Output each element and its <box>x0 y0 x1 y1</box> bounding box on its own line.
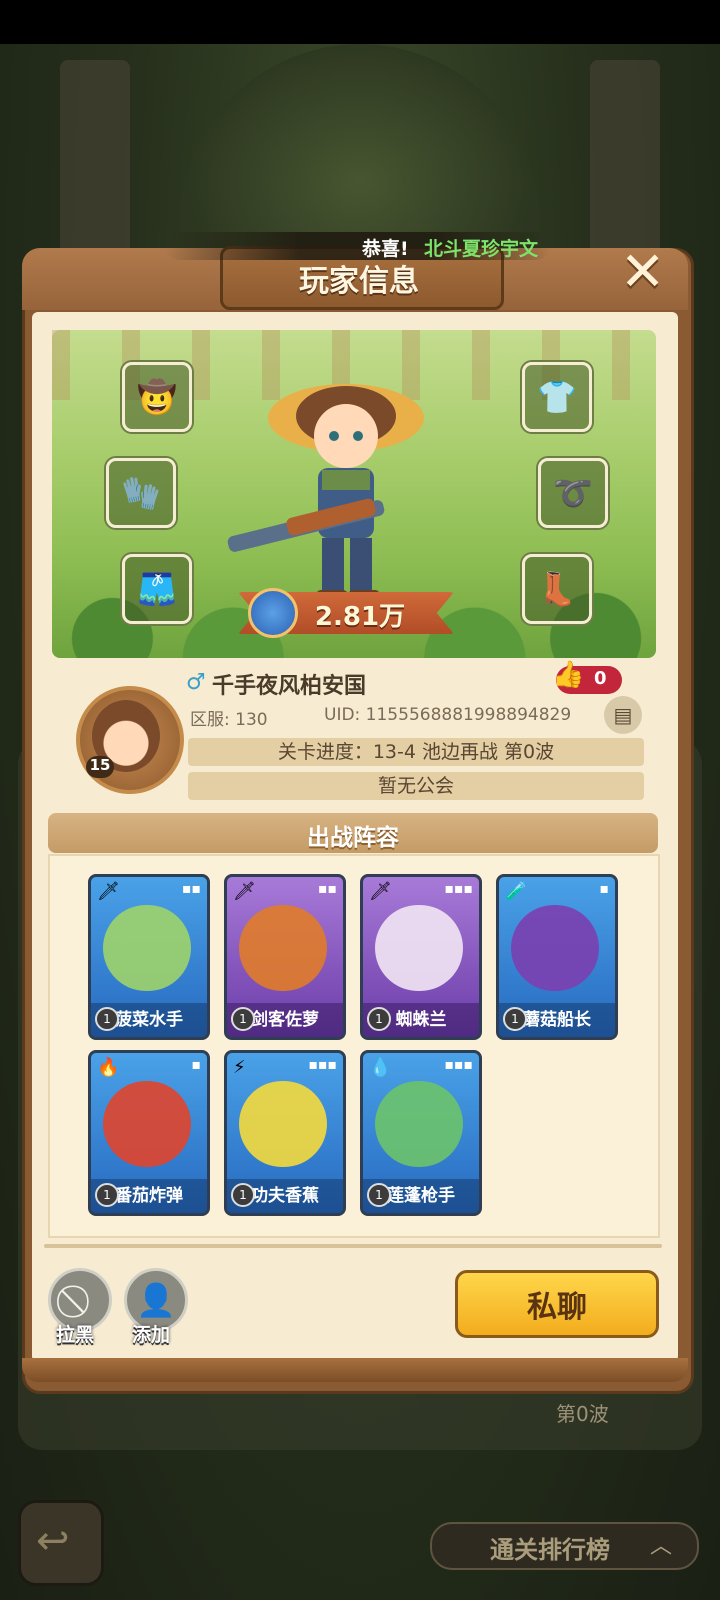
shape-icon: ▪▪ <box>182 881 201 897</box>
copy-uid-button[interactable]: ▤ <box>604 696 642 734</box>
congrats-player-name: 北斗夏珍宇文 <box>424 238 539 260</box>
shape-icon: ▪▪ <box>318 881 337 897</box>
boots-slot[interactable]: 👢 <box>522 554 592 624</box>
shape-icon: ▪▪▪ <box>444 1057 473 1073</box>
combat-power-value: 2.81万 <box>314 602 406 632</box>
close-icon: ✕ <box>620 240 666 303</box>
hero-level-badge: 1 <box>231 1183 255 1207</box>
close-button[interactable]: ✕ <box>620 240 668 303</box>
shirt-slot[interactable]: 👕 <box>522 362 592 432</box>
hero-portrait <box>103 905 191 991</box>
belt-slot[interactable]: ➰ <box>538 458 608 528</box>
block-label: 拉黑 <box>56 1324 95 1346</box>
shape-icon: ▪ <box>599 881 610 897</box>
hero-card[interactable]: 💧 ▪▪▪ 莲蓬枪手 1 <box>360 1050 482 1216</box>
chevron-up-icon: ︿ <box>650 1534 673 1559</box>
server-label: 区服: 130 <box>190 710 268 730</box>
hero-card[interactable]: 🧪 ▪ 蘑菇船长 1 <box>496 874 618 1040</box>
hero-portrait <box>103 1081 191 1167</box>
private-chat-label: 私聊 <box>527 1290 587 1325</box>
shape-icon: ▪▪▪ <box>308 1057 337 1073</box>
hero-card[interactable]: 🗡 ▪▪ 菠菜水手 1 <box>88 874 210 1040</box>
hero-portrait <box>375 905 463 991</box>
add-friend-label: 添加 <box>132 1324 171 1346</box>
hero-level-badge: 1 <box>95 1183 119 1207</box>
power-icon <box>248 588 298 638</box>
dialog-title: 玩家信息 <box>299 264 419 299</box>
hero-card[interactable]: ⚡ ▪▪▪ 功夫香蕉 1 <box>224 1050 346 1216</box>
pants-slot[interactable]: 🩳 <box>122 554 192 624</box>
hero-level-badge: 1 <box>231 1007 255 1031</box>
element-icon: 🗡 <box>233 881 256 902</box>
hero-level-badge: 1 <box>503 1007 527 1031</box>
shape-icon: ▪▪▪ <box>444 881 473 897</box>
hero-portrait <box>375 1081 463 1167</box>
player-character <box>227 384 424 604</box>
gender-male-icon: ♂ <box>186 670 206 695</box>
thumbs-up-icon: 👍 <box>552 660 585 690</box>
hero-portrait <box>511 905 599 991</box>
guild-status: 暂无公会 <box>188 772 644 800</box>
add-user-icon: 👤 <box>136 1281 176 1319</box>
hat-icon: 🤠 <box>137 378 177 416</box>
hero-card[interactable]: 🗡 ▪▪▪ 蜘蛛兰 1 <box>360 874 482 1040</box>
hero-level-badge: 1 <box>95 1007 119 1031</box>
private-chat-button[interactable]: 私聊 <box>455 1270 659 1338</box>
element-icon: 🗡 <box>97 881 120 902</box>
lineup-title: 出战阵容 <box>307 825 399 851</box>
hero-level-badge: 1 <box>367 1007 391 1031</box>
pants-icon: 🩳 <box>137 570 177 608</box>
like-count: 0 <box>594 668 607 689</box>
hero-card[interactable]: 🗡 ▪▪ 剑客佐萝 1 <box>224 874 346 1040</box>
element-icon: 💧 <box>369 1057 392 1078</box>
belt-icon: ➰ <box>553 474 593 512</box>
avatar-level-badge: 15 <box>86 756 114 778</box>
congrats-label: 恭喜! <box>362 238 409 260</box>
boots-icon: 👢 <box>537 570 577 608</box>
player-name: 千手夜风柏安国 <box>212 674 367 699</box>
uid-label: UID: 1155568881998894829 <box>324 705 572 725</box>
hero-portrait <box>239 1081 327 1167</box>
background-wave-text: 第0波 <box>556 1402 609 1426</box>
hero-level-badge: 1 <box>367 1183 391 1207</box>
shirt-icon: 👕 <box>537 378 577 416</box>
divider <box>44 1244 662 1248</box>
back-arrow-icon: ↩ <box>36 1518 70 1564</box>
stage-progress: 关卡进度：13-4 池边再战 第0波 <box>188 738 644 766</box>
hero-card[interactable]: 🔥 ▪ 番茄炸弹 1 <box>88 1050 210 1216</box>
element-icon: 🧪 <box>505 881 528 902</box>
glove-icon: 🧤 <box>121 474 161 512</box>
shape-icon: ▪ <box>191 1057 202 1073</box>
copy-icon: ▤ <box>613 703 633 727</box>
hero-portrait <box>239 905 327 991</box>
hat-slot[interactable]: 🤠 <box>122 362 192 432</box>
status-bar <box>0 0 720 44</box>
element-icon: 🔥 <box>97 1057 120 1078</box>
rank-button-label: 通关排行榜 <box>490 1536 610 1564</box>
dialog-bottom-bar <box>22 1358 688 1382</box>
element-icon: ⚡ <box>233 1057 246 1078</box>
glove-slot[interactable]: 🧤 <box>106 458 176 528</box>
element-icon: 🗡 <box>369 881 392 902</box>
